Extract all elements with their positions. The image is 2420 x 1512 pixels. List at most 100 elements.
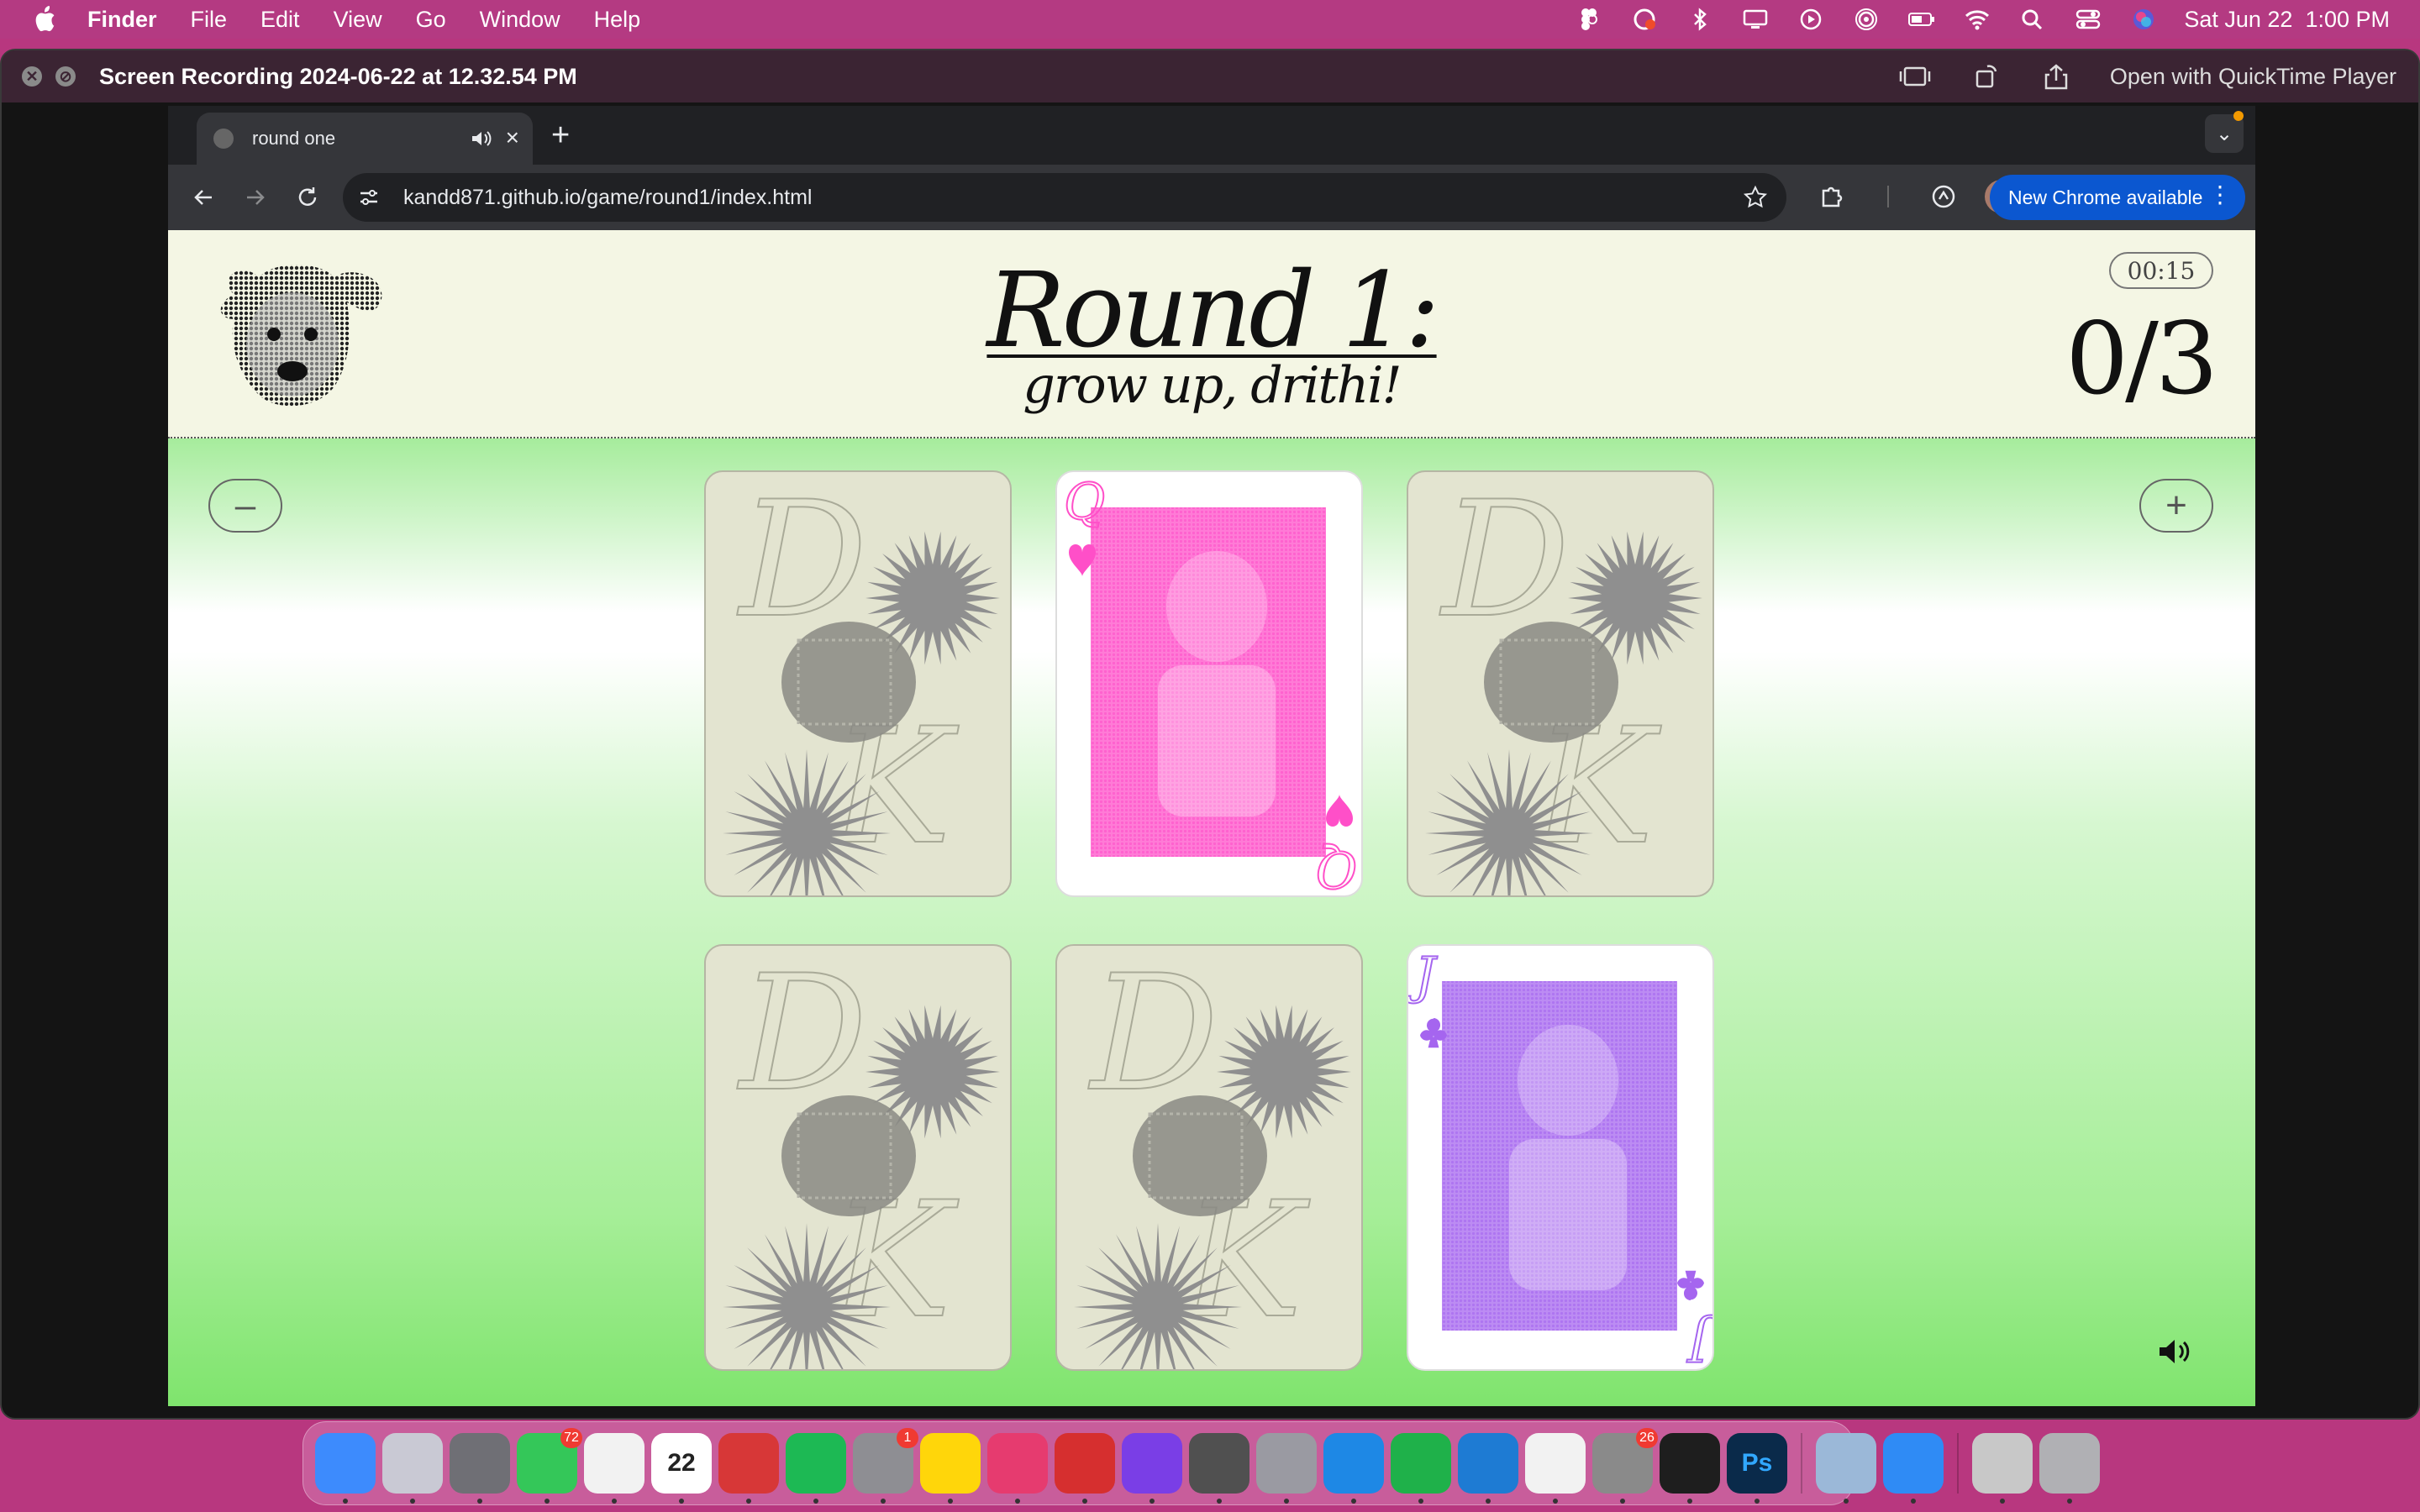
memory-card-5[interactable]: D K — [1055, 944, 1363, 1371]
extensions-icon[interactable] — [1818, 182, 1847, 211]
dock-notes-icon[interactable] — [920, 1433, 981, 1504]
dock-downloads-icon[interactable] — [1972, 1433, 2033, 1504]
dock-creative-cloud-icon[interactable] — [987, 1433, 1048, 1504]
quicktime-titlebar: ✕ ⊘ Screen Recording 2024-06-22 at 12.32… — [2, 50, 2418, 102]
dock-finder-icon[interactable] — [315, 1433, 376, 1504]
dock-badge: 1 — [897, 1428, 918, 1448]
apple-icon[interactable] — [32, 6, 57, 33]
running-indicator — [612, 1499, 617, 1504]
bluetooth-icon[interactable] — [1685, 8, 1715, 31]
trim-icon[interactable] — [1898, 63, 1932, 90]
menu-go[interactable]: Go — [416, 7, 446, 33]
control-center-icon[interactable] — [2073, 8, 2103, 30]
dock-safari-icon[interactable] — [1323, 1433, 1384, 1504]
running-indicator — [1553, 1499, 1558, 1504]
divider-icon — [1887, 186, 1889, 207]
dock-launchpad-icon[interactable] — [382, 1433, 443, 1504]
address-bar[interactable]: kandd871.github.io/game/round1/index.htm… — [343, 173, 1786, 222]
dock-chrome-icon[interactable] — [1525, 1433, 1586, 1504]
dock-dictionary-icon[interactable] — [1256, 1433, 1317, 1504]
menu-view[interactable]: View — [334, 7, 382, 33]
page-title: Round 1: — [168, 250, 2255, 371]
running-indicator — [1911, 1499, 1916, 1504]
dock-figma-icon[interactable] — [1660, 1433, 1720, 1504]
new-tab-button[interactable]: + — [551, 118, 570, 154]
menu-file[interactable]: File — [191, 7, 228, 33]
memory-card-6[interactable]: J J — [1407, 944, 1714, 1371]
new-chrome-available-button[interactable]: New Chrome available ⋮ — [1990, 175, 2245, 220]
running-indicator — [1284, 1499, 1289, 1504]
running-indicator — [1754, 1499, 1760, 1504]
close-window-button[interactable]: ✕ — [22, 66, 42, 87]
open-with-quicktime-button[interactable]: Open with QuickTime Player — [2110, 64, 2396, 90]
running-indicator — [1217, 1499, 1222, 1504]
battery-icon[interactable] — [1907, 8, 1937, 30]
airdrop-icon[interactable] — [1851, 8, 1881, 30]
running-indicator — [410, 1499, 415, 1504]
minimize-window-button[interactable]: ⊘ — [55, 66, 76, 87]
tab-round-one[interactable]: round one × — [197, 113, 533, 165]
dock-messages-icon[interactable]: 72 — [517, 1428, 582, 1504]
dock-badge: 26 — [1636, 1428, 1658, 1448]
dock-icon-label: Ps — [1741, 1449, 1773, 1477]
zoom-out-button[interactable]: – — [208, 479, 282, 533]
dock-calendar-icon[interactable]: 22 — [651, 1433, 712, 1504]
dock-trash-icon[interactable] — [2039, 1433, 2100, 1504]
back-button[interactable] — [187, 181, 220, 214]
sound-toggle-icon[interactable] — [2158, 1337, 2191, 1366]
more-menu-icon[interactable]: ⋮ — [2208, 183, 2232, 207]
figma-tray-icon[interactable] — [1574, 8, 1604, 30]
svg-text:J: J — [1408, 947, 1438, 1005]
dock-system-settings-icon[interactable]: 1 — [853, 1428, 918, 1504]
display-icon[interactable] — [1740, 8, 1770, 30]
sync-icon[interactable] — [1929, 182, 1958, 211]
memory-card-3[interactable]: D K — [1407, 470, 1714, 897]
dock-numbers-icon[interactable] — [1391, 1433, 1451, 1504]
site-settings-icon[interactable] — [358, 186, 380, 208]
close-tab-icon[interactable]: × — [506, 124, 519, 151]
dock: 72 22 1 26 Ps — [302, 1421, 2100, 1505]
dock-screenshot-icon[interactable] — [450, 1433, 510, 1504]
dock-spotify-icon[interactable] — [786, 1433, 846, 1504]
reload-button[interactable] — [291, 181, 324, 214]
rotate-icon[interactable] — [1969, 63, 2002, 90]
menu-window[interactable]: Window — [480, 7, 560, 33]
dock-preview-icon[interactable] — [1816, 1433, 1876, 1504]
browser-toolbar: kandd871.github.io/game/round1/index.htm… — [168, 165, 2255, 230]
play-icon[interactable] — [1796, 8, 1826, 30]
dock-calculator-icon[interactable] — [1189, 1433, 1249, 1504]
menu-app-name[interactable]: Finder — [87, 7, 157, 33]
siri-icon[interactable] — [2128, 8, 2159, 30]
running-indicator — [1418, 1499, 1423, 1504]
countdown-timer: 00:15 — [2109, 252, 2213, 289]
dock-photo-booth-icon[interactable] — [718, 1433, 779, 1504]
bookmark-star-icon[interactable] — [1743, 185, 1768, 210]
svg-text:Q: Q — [1317, 839, 1358, 897]
card-face-art: Q Q — [1063, 472, 1359, 897]
dock-acrobat-icon[interactable] — [1055, 1433, 1115, 1504]
wifi-icon[interactable] — [1962, 8, 1992, 30]
menu-edit[interactable]: Edit — [260, 7, 300, 33]
url-text[interactable]: kandd871.github.io/game/round1/index.htm… — [403, 186, 812, 210]
dock-photoshop-icon[interactable]: Ps — [1727, 1433, 1787, 1504]
round-title: Round 1: — [986, 250, 1439, 371]
share-icon[interactable] — [2039, 63, 2073, 90]
memory-card-2[interactable]: Q Q — [1055, 470, 1363, 897]
menubar-clock[interactable]: Sat Jun 22 1:00 PM — [2184, 7, 2390, 33]
running-indicator — [477, 1499, 482, 1504]
screen-recording-icon[interactable] — [1629, 8, 1660, 30]
menu-help[interactable]: Help — [594, 7, 641, 33]
memory-card-1[interactable]: D K — [704, 470, 1012, 897]
dock-photos-icon[interactable] — [584, 1433, 644, 1504]
favicon-icon — [213, 129, 234, 149]
zoom-in-button[interactable]: + — [2139, 479, 2213, 533]
dock-whatsapp-icon[interactable]: 26 — [1592, 1428, 1658, 1504]
dock-mail-icon[interactable] — [1883, 1433, 1944, 1504]
dock-github-desktop-icon[interactable] — [1122, 1433, 1182, 1504]
memory-card-4[interactable]: D K — [704, 944, 1012, 1371]
search-icon[interactable] — [2018, 8, 2048, 30]
dock-vs-code-icon[interactable] — [1458, 1433, 1518, 1504]
running-indicator — [1351, 1499, 1356, 1504]
forward-button[interactable] — [239, 181, 272, 214]
tab-audio-icon[interactable] — [471, 129, 492, 148]
